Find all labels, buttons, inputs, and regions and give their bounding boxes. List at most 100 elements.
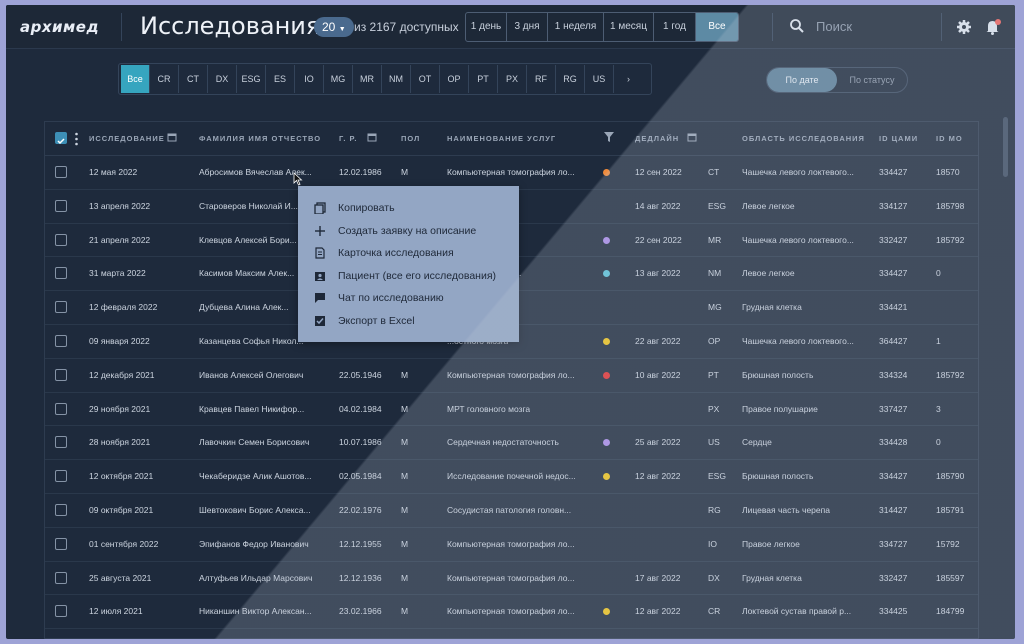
row-checkbox[interactable]	[55, 368, 67, 381]
col-sex[interactable]: ПОЛ	[401, 134, 420, 143]
row-checkbox[interactable]	[55, 267, 67, 280]
row-checkbox[interactable]	[55, 402, 67, 415]
row-checkbox[interactable]	[55, 334, 67, 347]
more-vertical-icon[interactable]	[75, 132, 78, 146]
table-row[interactable]: 12 мая 2022 Абросимов Вячеслав Алек... 12.…	[45, 156, 978, 190]
table-row[interactable]: 12 июля 2021 Никаншин Виктор Алексан... 23…	[45, 595, 978, 630]
cell-area: Левое легкое	[742, 200, 795, 211]
modality-filter-btn[interactable]: CT	[179, 65, 208, 93]
col-id-mo[interactable]: ID МО	[936, 134, 963, 143]
search-icon[interactable]	[789, 18, 805, 34]
row-checkbox[interactable]	[55, 436, 67, 449]
modality-filter-btn[interactable]: IO	[295, 65, 324, 93]
calendar-icon[interactable]	[687, 132, 697, 142]
calendar-icon[interactable]	[367, 132, 377, 142]
modality-filter-btn[interactable]: PX	[498, 65, 527, 93]
period-btn[interactable]: 3 дня	[507, 13, 548, 41]
context-menu-item[interactable]: Копировать	[298, 198, 519, 221]
modality-filter-btn[interactable]: ES	[266, 65, 295, 93]
period-btn[interactable]: 1 день	[466, 13, 507, 41]
context-menu-item[interactable]: Создать заявку на описание	[298, 221, 519, 244]
table-row[interactable]: 01 сентября 2022 Эпифанов Федор Иванович 1…	[45, 528, 978, 562]
calendar-icon[interactable]	[167, 132, 177, 142]
cell-id2: 185792	[936, 234, 965, 245]
table-row[interactable]: 09 октября 2021 Шевтокович Борис Алекса..…	[45, 494, 978, 528]
notification-dot	[995, 19, 1001, 25]
row-checkbox[interactable]	[55, 470, 67, 483]
modality-filter-btn[interactable]: DX	[208, 65, 237, 93]
cell-mod: IO	[708, 538, 717, 549]
cell-id1: 334324	[879, 369, 908, 380]
col-dob[interactable]: Г. Р.	[339, 134, 357, 143]
period-btn[interactable]: 1 неделя	[548, 13, 604, 41]
modality-filter-btn[interactable]: NM	[382, 65, 411, 93]
modality-filter-btn[interactable]: Все	[121, 65, 150, 93]
cell-mod: MR	[708, 234, 722, 245]
app-logo[interactable]: архимед	[20, 18, 99, 36]
cell-service: МРТ головного мозга	[447, 403, 531, 414]
status-dot	[603, 236, 610, 244]
row-checkbox[interactable]	[55, 605, 67, 618]
cell-id2: 184799	[936, 606, 965, 617]
table-row[interactable]: 16 мая 2021Абросимов Андрей Оле...15.02.…	[45, 629, 978, 638]
row-checkbox[interactable]	[55, 301, 67, 314]
chevron-right-icon[interactable]: ›	[614, 65, 643, 93]
table-row[interactable]: 28 ноября 2021 Лавочкин Семен Борисович 10…	[45, 426, 978, 461]
modality-filter-btn[interactable]: RG	[556, 65, 585, 93]
sort-by-status[interactable]: По статусу	[837, 68, 907, 92]
cell-deadline: 22 авг 2022	[635, 335, 681, 346]
col-study[interactable]: ИССЛЕДОВАНИЕ	[89, 134, 165, 143]
cell-id1: 332427	[879, 572, 908, 583]
row-checkbox[interactable]	[55, 233, 67, 246]
table-row[interactable]: 25 августа 2021 Алтуфьев Ильдар Марсович 1…	[45, 562, 978, 596]
col-deadline[interactable]: ДЕДЛАЙН	[635, 134, 679, 143]
context-menu-item[interactable]: Экспорт в Excel	[298, 311, 519, 334]
table-row[interactable]: 29 ноября 2021 Кравцев Павел Никифор... 04…	[45, 393, 978, 427]
period-btn[interactable]: 1 год	[654, 13, 696, 41]
table-row[interactable]: 12 декабря 2021 Иванов Алексей Олегович 22…	[45, 359, 978, 393]
gear-icon[interactable]	[956, 19, 972, 35]
context-menu-item[interactable]: Пациент (все его исследования)	[298, 266, 519, 289]
row-checkbox[interactable]	[55, 166, 67, 178]
modality-filter-btn[interactable]: ESG	[237, 65, 266, 93]
sort-by-date[interactable]: По дате	[767, 68, 837, 92]
row-checkbox[interactable]	[55, 571, 67, 584]
modality-filter-btn[interactable]: CR	[150, 65, 179, 93]
bell-icon[interactable]	[984, 18, 1002, 36]
modality-filter-btn[interactable]: US	[585, 65, 614, 93]
modality-filter-btn[interactable]: MG	[324, 65, 353, 93]
period-btn[interactable]: Все	[696, 13, 738, 41]
modality-filter-bar: Все CR CT DX ESG ES IO MG MR NM OT OP PT PX RF RG US ›	[118, 63, 652, 95]
context-menu-item[interactable]: Карточка исследования	[298, 243, 519, 266]
col-area[interactable]: ОБЛАСТЬ ИССЛЕДОВАНИЯ	[742, 134, 865, 143]
table-row[interactable]: 12 октября 2021 Чекаберидзе Алик Ашотов..…	[45, 460, 978, 494]
row-checkbox[interactable]	[55, 537, 67, 550]
cell-service: Компьютерная томография ло...	[447, 538, 575, 549]
modality-filter-btn[interactable]: RF	[527, 65, 556, 93]
col-id-cami[interactable]: ID ЦАМИ	[879, 134, 918, 143]
context-menu-label: Пациент (все его исследования)	[338, 269, 497, 282]
col-services[interactable]: НАИМЕНОВАНИЕ УСЛУГ	[447, 134, 556, 143]
modality-filter-btn[interactable]: PT	[469, 65, 498, 93]
col-name[interactable]: ФАМИЛИЯ ИМЯ ОТЧЕСТВО	[199, 134, 321, 143]
search-input[interactable]: Поиск	[816, 19, 852, 34]
row-checkbox[interactable]	[55, 503, 67, 516]
context-menu-item[interactable]: Чат по исследованию	[298, 288, 519, 311]
cell-id2: 185597	[936, 572, 965, 583]
cell-id1: 334427	[879, 471, 908, 482]
period-btn[interactable]: 1 месяц	[604, 13, 654, 41]
filter-icon[interactable]	[603, 131, 615, 143]
modality-filter-btn[interactable]: OT	[411, 65, 440, 93]
select-all-checkbox[interactable]	[55, 132, 67, 145]
status-dot	[603, 473, 610, 481]
row-checkbox[interactable]	[55, 199, 67, 212]
modality-filter-btn[interactable]: OP	[440, 65, 469, 93]
modality-filter-btn[interactable]: MR	[353, 65, 382, 93]
page-size-select[interactable]: 20 ▼	[314, 17, 354, 37]
sort-toggle: По дате По статусу	[766, 67, 908, 93]
patient-badge-icon	[315, 271, 325, 281]
scrollbar[interactable]	[1003, 117, 1008, 177]
cell-name: Дубцева Алина Алек...	[199, 302, 289, 313]
cell-id1: 332427	[879, 234, 908, 245]
cell-dob: 10.07.1986	[339, 437, 382, 448]
